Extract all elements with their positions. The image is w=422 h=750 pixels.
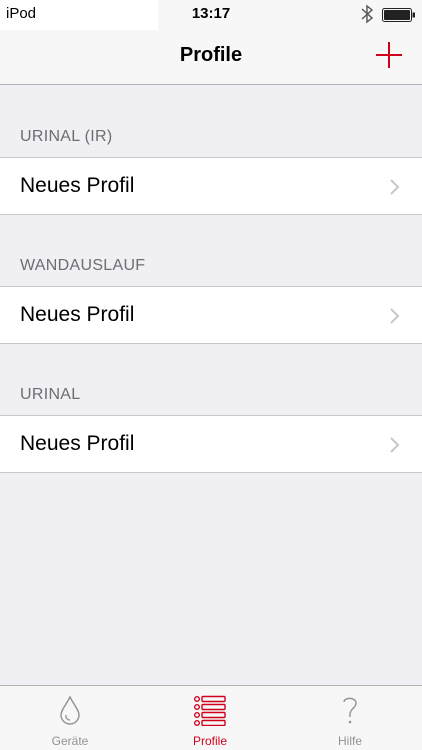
drop-icon [60,695,80,725]
profile-list: URINAL (IR) Neues Profil WANDAUSLAUF Neu… [0,86,422,473]
tab-label: Geräte [51,734,89,748]
tab-label: Hilfe [337,734,362,748]
section-header-wandauslauf: WANDAUSLAUF [20,257,146,274]
profile-row-urinal-ir[interactable]: Neues Profil [0,157,422,215]
plus-icon [376,42,402,68]
profile-row-label: Neues Profil [20,174,135,197]
chevron-right-icon [390,437,400,453]
profile-row-wandauslauf[interactable]: Neues Profil [0,286,422,344]
tab-label: Profile [192,734,227,748]
page-title: Profile [179,44,243,66]
tab-profile[interactable]: Profile [140,686,280,750]
status-bar: iPod 13:17 [0,0,422,30]
section-header-urinal-ir: URINAL (IR) [20,128,113,145]
tab-geraete[interactable]: Geräte [0,686,140,750]
tab-hilfe[interactable]: Hilfe [280,686,420,750]
chevron-right-icon [390,308,400,324]
status-time: 13:17 [191,5,231,22]
list-icon [194,695,226,726]
navigation-bar: Profile [0,30,422,85]
section-header-urinal: URINAL [20,386,81,403]
profile-row-label: Neues Profil [20,303,135,326]
bluetooth-icon [361,4,374,24]
chevron-right-icon [390,179,400,195]
screen: iPod 13:17 Profile URINAL (IR) Neues Pro… [0,0,422,750]
add-profile-button[interactable] [372,38,406,72]
tab-bar: Geräte Profile Hilfe [0,685,422,750]
battery-icon [382,8,415,22]
profile-row-urinal[interactable]: Neues Profil [0,415,422,473]
profile-row-label: Neues Profil [20,432,135,455]
question-icon [343,697,357,724]
